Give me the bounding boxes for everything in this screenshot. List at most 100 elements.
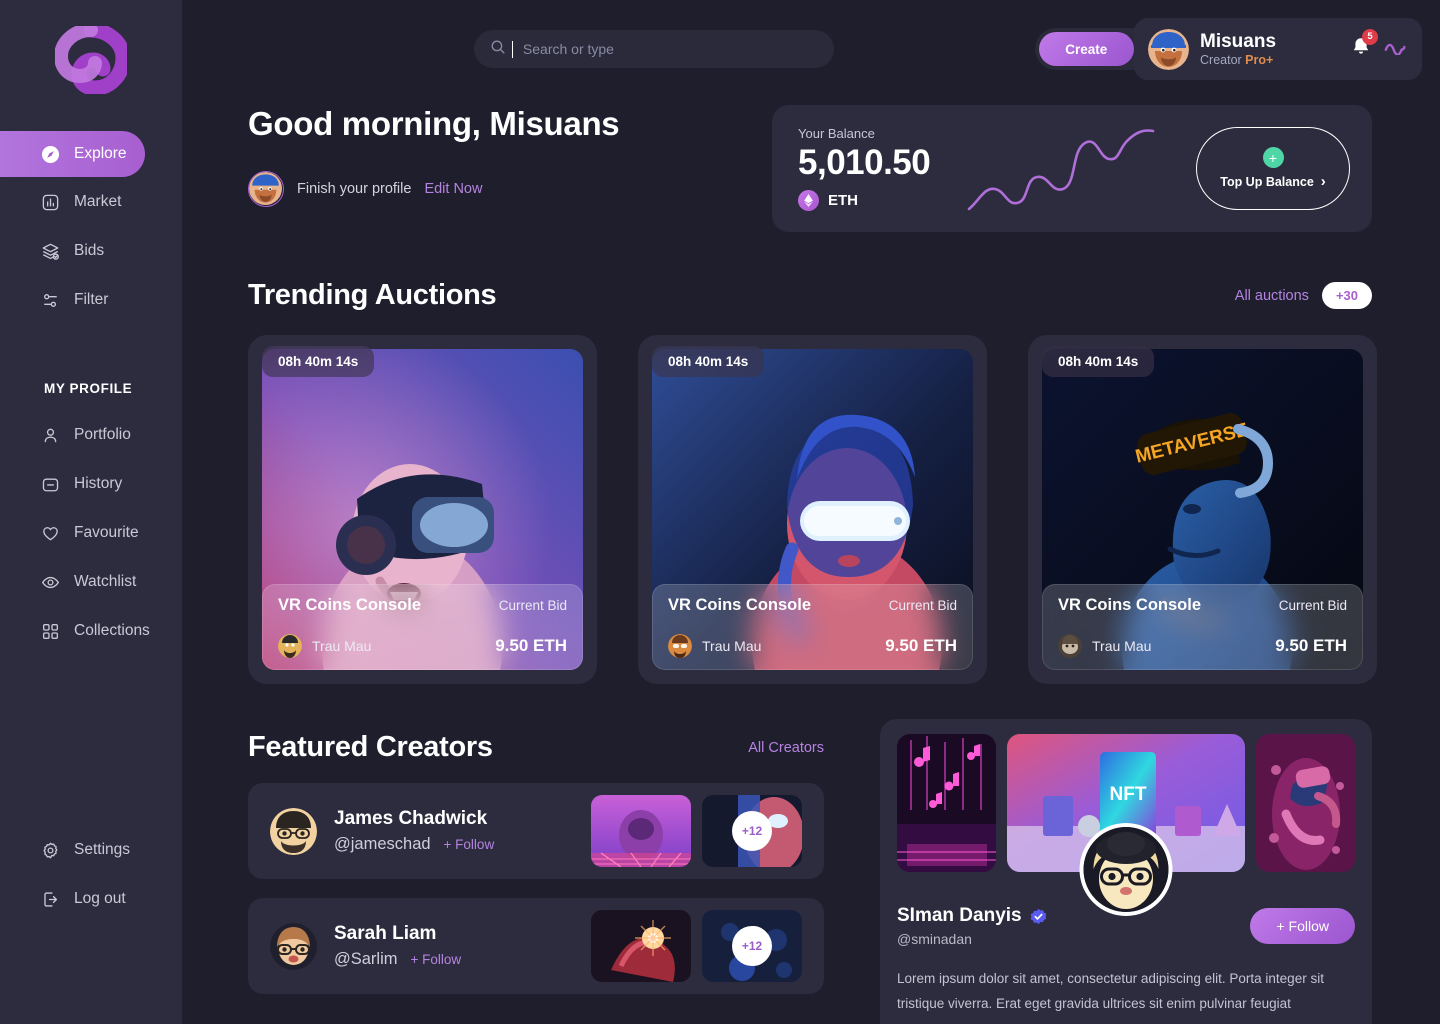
follow-button[interactable]: + Follow <box>444 837 495 852</box>
user-profile-bar[interactable]: Misuans Creator Pro+ 5 <box>1134 18 1422 80</box>
creator-artwork-thumb-more[interactable]: +12 <box>702 910 802 982</box>
creator-name: Trau Mau <box>1092 638 1152 654</box>
top-up-balance-button[interactable]: + Top Up Balance › <box>1196 127 1350 210</box>
gallery-thumb-left[interactable] <box>897 734 996 872</box>
auction-card[interactable]: 08h 40m 14s VR Coins Console Current Bid <box>638 335 987 684</box>
sidebar-item-watchlist[interactable]: Watchlist <box>0 558 182 606</box>
creator-info: Sarah Liam @Sarlim + Follow <box>334 923 461 969</box>
notification-group: 5 <box>1350 28 1408 63</box>
featured-header: Featured Creators All Creators <box>248 731 824 764</box>
creator-row[interactable]: Sarah Liam @Sarlim + Follow +12 <box>248 898 824 994</box>
featured-creators-panel: Featured Creators All Creators James Cha… <box>248 719 824 1024</box>
avatar <box>270 922 317 970</box>
top-up-label-row: Top Up Balance › <box>1220 173 1326 190</box>
finish-profile-text: Finish your profile <box>297 181 412 197</box>
eye-icon <box>40 572 60 592</box>
creator-handle: @jameschad <box>334 835 431 853</box>
sidebar-item-portfolio[interactable]: Portfolio <box>0 411 182 459</box>
avatar <box>270 807 317 855</box>
creator-artwork-thumb[interactable] <box>591 795 691 867</box>
creator-artwork-thumb[interactable] <box>591 910 691 982</box>
hero-section: Good morning, Misuans Finish your profil… <box>248 105 1372 232</box>
folder-minus-icon <box>40 474 60 494</box>
sidebar-section-title: MY PROFILE <box>44 381 133 396</box>
compass-icon <box>40 144 60 164</box>
sidebar-item-filter[interactable]: Filter <box>0 276 182 324</box>
auction-card-footer: VR Coins Console Current Bid Trau Mau 9.… <box>1042 584 1363 670</box>
auction-creator-row: Trau Mau 9.50 ETH <box>668 634 957 658</box>
spotlight-name: SIman Danyis <box>897 905 1022 926</box>
spotlight-follow-button[interactable]: + Follow <box>1250 908 1355 944</box>
sidebar-item-label: Explore <box>74 145 127 163</box>
auction-title-row: VR Coins Console Current Bid <box>1058 596 1347 615</box>
page-title: Good morning, Misuans <box>248 105 620 142</box>
sidebar-item-settings[interactable]: Settings <box>0 826 182 874</box>
auction-card-footer: VR Coins Console Current Bid Trau Mau 9.… <box>652 584 973 670</box>
sidebar-item-label: Bids <box>74 242 105 260</box>
search-input[interactable] <box>522 41 818 57</box>
auction-card[interactable]: METAVERSE 08h 40m 14s VR Coins Console C… <box>1028 335 1377 684</box>
gear-icon <box>40 840 60 860</box>
sidebar-item-label: Settings <box>74 841 131 859</box>
auction-creator: Trau Mau <box>1058 634 1151 658</box>
creator-info: James Chadwick @jameschad + Follow <box>334 808 494 854</box>
creator-thumbnails: +12 <box>591 910 802 982</box>
creator-artwork-thumb-more[interactable]: +12 <box>702 795 802 867</box>
app-logo-icon <box>53 22 131 96</box>
user-role-prefix: Creator <box>1200 52 1246 67</box>
auction-card[interactable]: 08h 40m 14s VR Coins Console Current Bid <box>248 335 597 684</box>
sidebar-item-bids[interactable]: Bids <box>0 227 182 275</box>
spotlight-description: Lorem ipsum dolor sit amet, consectetur … <box>897 971 1324 1024</box>
auction-timer: 08h 40m 14s <box>1042 346 1155 377</box>
edit-now-link[interactable]: Edit Now <box>424 181 482 197</box>
app-root: Explore Market Bids Filter MY PROFILE Po… <box>0 0 1440 1024</box>
sidebar-item-logout[interactable]: Log out <box>0 875 182 923</box>
trending-header: Trending Auctions All auctions +30 <box>248 279 1372 312</box>
creator-thumbnails: +12 <box>591 795 802 867</box>
sidebar-main-nav: Explore Market Bids Filter <box>0 130 182 325</box>
all-creators-link[interactable]: All Creators <box>748 740 824 756</box>
sidebar-bottom-nav: Settings Log out <box>0 825 182 1024</box>
creator-row[interactable]: James Chadwick @jameschad + Follow +12 <box>248 783 824 879</box>
finish-profile-prompt: Finish your profile Edit Now <box>248 171 619 207</box>
eth-icon <box>798 190 819 211</box>
creator-name: James Chadwick <box>334 808 488 829</box>
gallery-thumb-right[interactable] <box>1256 734 1355 872</box>
creator-handle-row: @jameschad + Follow <box>334 835 494 854</box>
content-area: Good morning, Misuans Finish your profil… <box>182 105 1440 1024</box>
top-up-label: Top Up Balance <box>1220 174 1314 189</box>
tab-create[interactable]: Create <box>1039 32 1134 66</box>
sidebar-item-market[interactable]: Market <box>0 178 182 226</box>
creator-spotlight-panel: NFT SIman Danyis @sminadan + Follow Lore… <box>880 719 1372 1024</box>
wallet-icon[interactable] <box>1384 39 1408 60</box>
follow-button[interactable]: + Follow <box>411 952 462 967</box>
trending-actions: All auctions +30 <box>1235 282 1372 309</box>
sidebar-item-favourite[interactable]: Favourite <box>0 509 182 557</box>
bottom-section: Featured Creators All Creators James Cha… <box>248 719 1372 1024</box>
user-role-badge: Pro+ <box>1245 52 1274 67</box>
auction-creator-row: Trau Mau 9.50 ETH <box>278 634 567 658</box>
logo-container[interactable] <box>0 0 182 120</box>
balance-card: Your Balance 5,010.50 ETH + Top Up Balan… <box>772 105 1372 232</box>
sidebar-item-label: Portfolio <box>74 426 131 444</box>
auction-price: 9.50 ETH <box>1275 636 1347 655</box>
sidebar-item-collections[interactable]: Collections <box>0 607 182 655</box>
auction-timer: 08h 40m 14s <box>652 346 765 377</box>
sidebar-item-history[interactable]: History <box>0 460 182 508</box>
all-auctions-link[interactable]: All auctions <box>1235 288 1309 304</box>
heart-icon <box>40 523 60 543</box>
sidebar-item-explore[interactable]: Explore <box>0 131 145 177</box>
avatar <box>1148 28 1189 70</box>
search-container[interactable] <box>474 30 834 68</box>
bid-label: Current Bid <box>888 598 957 613</box>
auction-timer: 08h 40m 14s <box>262 346 375 377</box>
user-icon <box>40 425 60 445</box>
chevron-right-icon: › <box>1320 173 1326 190</box>
main-content: Create Collect Misuans <box>182 0 1440 1024</box>
auction-creator: Trau Mau <box>278 634 371 658</box>
auction-creator: Trau Mau <box>668 634 761 658</box>
creator-name: Trau Mau <box>702 638 762 654</box>
verified-badge-icon <box>1030 908 1047 925</box>
creator-handle: @Sarlim <box>334 950 398 968</box>
